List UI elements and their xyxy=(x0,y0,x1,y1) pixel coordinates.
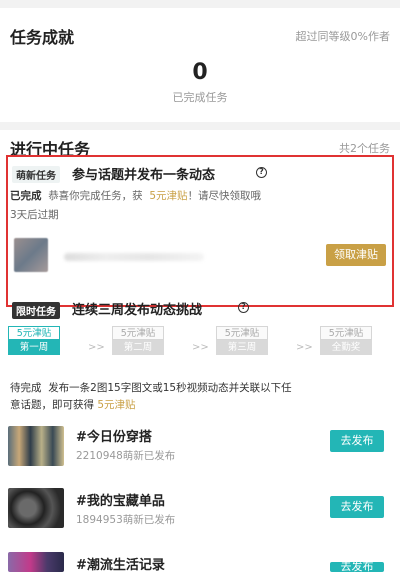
task1-msg-prefix: 恭喜你完成任务，获 xyxy=(48,190,143,202)
task2-desc-line1: 待完成 发布一条2图15字图文或15秒视频动态并关联以下任 xyxy=(10,380,292,395)
topic-title: #今日份穿搭 xyxy=(76,430,152,445)
topic-thumbnail xyxy=(8,426,64,466)
task-total: 共2个任务 xyxy=(339,142,390,155)
task1-msg-suffix: ！请尽快领取哦 xyxy=(187,190,262,202)
blurred-post-text xyxy=(64,253,204,261)
task2-title: 连续三周发布动态挑战 xyxy=(72,303,203,318)
arrow-icon: >> xyxy=(88,342,105,353)
help-icon[interactable]: ? xyxy=(238,302,249,313)
stage-week-3[interactable]: 5元津贴 第三周 xyxy=(216,326,268,355)
post-button[interactable]: 去发布 xyxy=(330,430,384,452)
stage-full-attendance[interactable]: 5元津贴 全勤奖 xyxy=(320,326,372,355)
stage-week-2[interactable]: 5元津贴 第二周 xyxy=(112,326,164,355)
task1-title: 参与话题并发布一条动态 xyxy=(72,168,216,183)
stage-week-1[interactable]: 5元津贴 第一周 xyxy=(8,326,60,355)
task2-desc-line2: 意话题，即可获得 5元津贴 xyxy=(10,399,136,411)
task1-message: 已完成 恭喜你完成任务，获 5元津贴！请尽快领取哦 xyxy=(10,188,261,203)
newbie-task-tag: 萌新任务 xyxy=(12,166,60,183)
topic-thumbnail xyxy=(8,488,64,528)
arrow-icon: >> xyxy=(296,342,313,353)
limited-task-tag: 限时任务 xyxy=(12,302,60,319)
arrow-icon: >> xyxy=(192,342,209,353)
task2-reward: 5元津贴 xyxy=(97,399,136,411)
claim-allowance-button[interactable]: 领取津贴 xyxy=(326,244,386,266)
completed-label: 已完成任务 xyxy=(172,91,228,104)
ongoing-tasks-card: 进行中任务 共2个任务 萌新任务 参与话题并发布一条动态 ? 已完成 恭喜你完成… xyxy=(0,130,400,572)
task2-status: 待完成 xyxy=(10,382,42,394)
achievement-card: 任务成就 超过同等级0%作者 0 已完成任务 xyxy=(0,8,400,122)
post-button[interactable]: 去发布 xyxy=(330,496,384,518)
completed-count: 0 xyxy=(192,60,208,85)
topic-count: 1894953萌新已发布 xyxy=(76,514,176,526)
topic-title: #我的宝藏单品 xyxy=(76,494,165,509)
task1-reward: 5元津贴 xyxy=(149,190,188,202)
topic-thumbnail xyxy=(8,552,64,572)
help-icon[interactable]: ? xyxy=(256,167,267,178)
task2-desc-text: 发布一条2图15字图文或15秒视频动态并关联以下任 xyxy=(48,382,292,394)
post-button[interactable]: 去发布 xyxy=(330,562,384,572)
achievement-title: 任务成就 xyxy=(10,28,75,47)
post-thumbnail xyxy=(14,238,48,272)
rank-note: 超过同等级0%作者 xyxy=(295,30,390,43)
task1-status: 已完成 xyxy=(10,190,42,202)
topic-title: #潮流生活记录 xyxy=(76,558,165,572)
task1-expire: 3天后过期 xyxy=(10,209,59,221)
topic-count: 2210948萌新已发布 xyxy=(76,450,176,462)
